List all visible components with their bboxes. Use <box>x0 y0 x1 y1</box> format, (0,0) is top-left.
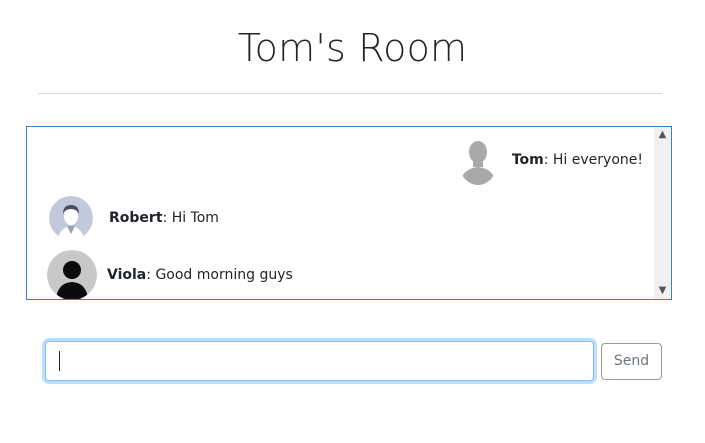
message-separator: : <box>543 152 553 168</box>
message-text: Hi Tom <box>171 210 219 226</box>
message-text: Hi everyone! <box>552 152 643 168</box>
message-item: Robert: Hi Tom <box>49 193 219 243</box>
message-author: Viola <box>107 267 147 283</box>
chat-messages-panel[interactable]: Tom: Hi everyone! Robert: Hi Tom Viola: … <box>26 126 672 300</box>
user-avatar-black-icon <box>47 250 97 299</box>
message-separator: : <box>162 210 172 226</box>
chat-room-page: Tom's Room Tom: Hi everyone! Robert: Hi … <box>0 0 705 443</box>
scroll-up-icon[interactable]: ▲ <box>654 127 671 143</box>
message-item: Tom: Hi everyone! <box>457 135 643 185</box>
user-silhouette-gray-icon <box>457 135 498 185</box>
message-text: Good morning guys <box>155 267 293 283</box>
message-item: Viola: Good morning guys <box>47 250 293 299</box>
send-button[interactable]: Send <box>601 343 662 380</box>
page-title: Tom's Room <box>237 26 468 70</box>
message-author: Robert <box>109 210 163 226</box>
message-input[interactable] <box>45 341 594 381</box>
message-author: Tom <box>511 152 544 168</box>
chat-scrollbar[interactable]: ▲ ▼ <box>654 127 671 299</box>
scroll-down-icon[interactable]: ▼ <box>654 283 671 299</box>
user-avatar-man-icon <box>49 196 93 240</box>
text-caret <box>59 351 60 371</box>
title-divider <box>38 93 662 94</box>
